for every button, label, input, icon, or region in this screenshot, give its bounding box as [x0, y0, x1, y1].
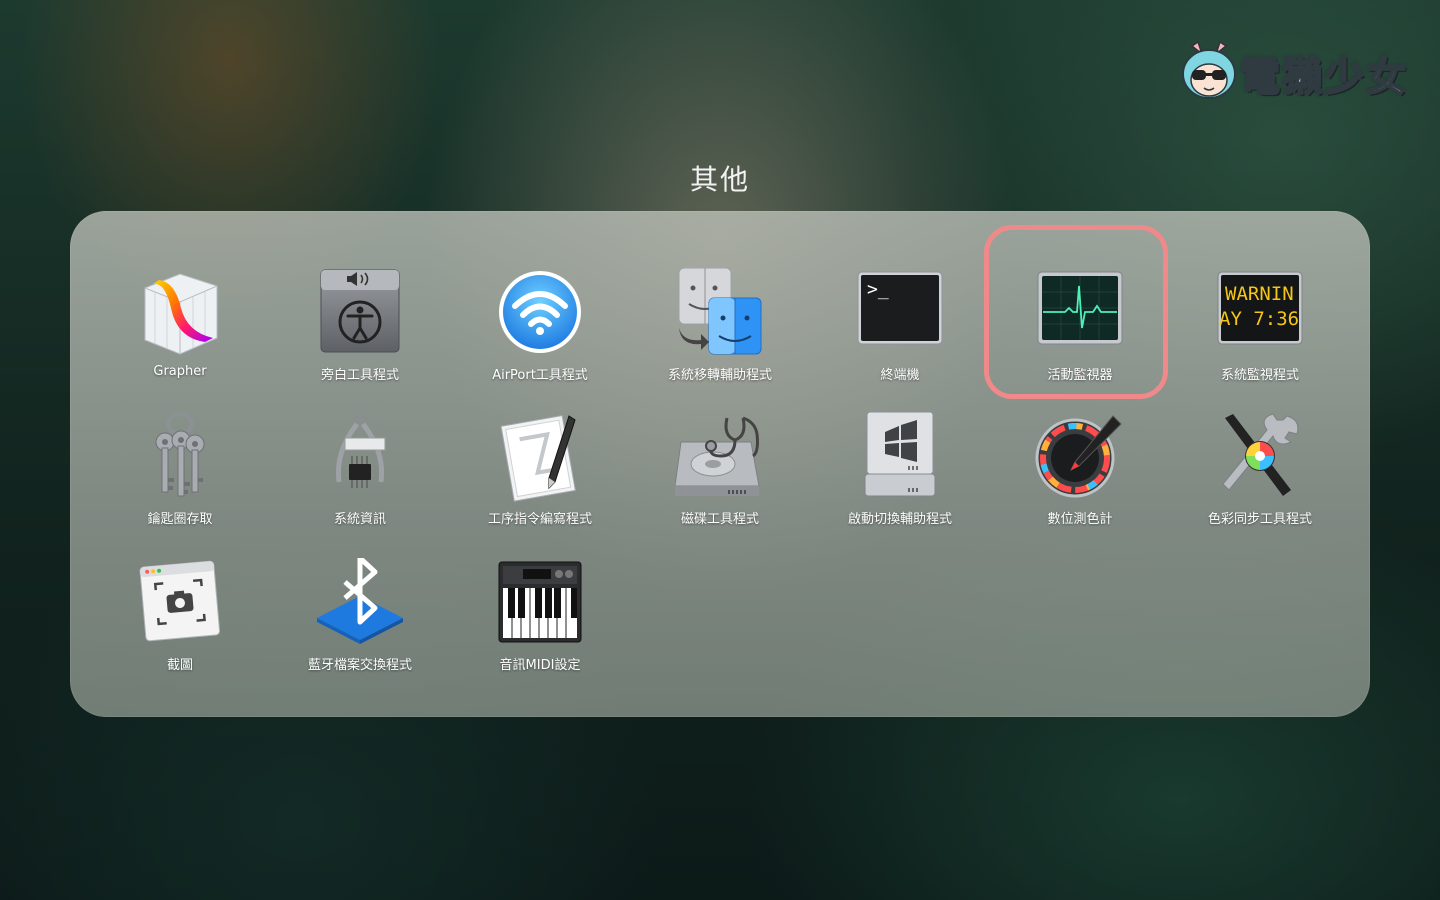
- app-keychain-access[interactable]: 鑰匙圈存取: [90, 412, 270, 552]
- grapher-icon: [135, 268, 225, 358]
- app-digital-color-meter[interactable]: 數位測色計: [990, 412, 1170, 552]
- app-label: 工序指令編寫程式: [487, 512, 592, 527]
- terminal-prompt-text: >_: [867, 279, 889, 300]
- watermark-text: 電獺少女: [1239, 53, 1408, 101]
- app-label: 藍牙檔案交換程式: [307, 658, 412, 673]
- app-label: 系統監視程式: [1220, 368, 1299, 383]
- digital-color-meter-icon: [1035, 412, 1125, 502]
- app-boot-camp-assistant[interactable]: 啟動切換輔助程式: [810, 412, 990, 552]
- app-bluetooth-file-exchange[interactable]: 藍牙檔案交換程式: [270, 558, 450, 698]
- migration-assistant-icon: [675, 268, 765, 358]
- app-audio-midi-setup[interactable]: 音訊MIDI設定: [450, 558, 630, 698]
- app-label: 系統移轉輔助程式: [667, 368, 772, 383]
- script-editor-icon: [495, 412, 585, 502]
- app-migration-assistant[interactable]: 系統移轉輔助程式: [630, 268, 810, 408]
- app-screenshot[interactable]: 截圖: [90, 558, 270, 698]
- app-label: 音訊MIDI設定: [499, 658, 581, 673]
- app-label: 數位測色計: [1047, 512, 1113, 527]
- app-script-editor[interactable]: 工序指令編寫程式: [450, 412, 630, 552]
- screenshot-icon: [135, 558, 225, 648]
- app-label: Grapher: [153, 364, 207, 379]
- app-colorsync-utility[interactable]: 色彩同步工具程式: [1170, 412, 1350, 552]
- app-label: 截圖: [166, 658, 193, 673]
- app-label: 磁碟工具程式: [680, 512, 759, 527]
- boot-camp-assistant-icon: [855, 412, 945, 502]
- voiceover-utility-icon: [315, 268, 405, 358]
- app-system-information[interactable]: 系統資訊: [270, 412, 450, 552]
- app-label: 鑰匙圈存取: [147, 512, 213, 527]
- watermark: 電獺少女: [1178, 38, 1408, 104]
- disk-utility-icon: [675, 412, 765, 502]
- app-airport-utility[interactable]: AirPort工具程式: [450, 268, 630, 408]
- activity-monitor-highlight-ring: [984, 225, 1168, 399]
- app-voiceover-utility[interactable]: 旁白工具程式: [270, 268, 450, 408]
- app-terminal[interactable]: >_ 終端機: [810, 268, 990, 408]
- app-label: 系統資訊: [333, 512, 386, 527]
- app-grapher[interactable]: Grapher: [90, 268, 270, 408]
- app-console[interactable]: WARNIN AY 7:36 系統監視程式: [1170, 268, 1350, 408]
- colorsync-utility-icon: [1215, 412, 1305, 502]
- app-label: 色彩同步工具程式: [1207, 512, 1312, 527]
- app-label: 終端機: [880, 368, 920, 383]
- bluetooth-file-exchange-icon: [315, 558, 405, 648]
- system-information-icon: [315, 412, 405, 502]
- app-label: 啟動切換輔助程式: [847, 512, 952, 527]
- folder-title[interactable]: 其他: [0, 158, 1440, 198]
- app-label: AirPort工具程式: [492, 368, 588, 383]
- app-label: 旁白工具程式: [320, 368, 399, 383]
- airport-utility-icon: [495, 268, 585, 358]
- console-text-line2: AY 7:36: [1219, 308, 1299, 330]
- mascot-logo-icon: [1178, 40, 1240, 102]
- terminal-icon: >_: [855, 268, 945, 358]
- console-text-line1: WARNIN: [1225, 283, 1294, 305]
- keychain-access-icon: [135, 412, 225, 502]
- audio-midi-setup-icon: [495, 558, 585, 648]
- console-icon: WARNIN AY 7:36: [1215, 268, 1305, 358]
- app-disk-utility[interactable]: 磁碟工具程式: [630, 412, 810, 552]
